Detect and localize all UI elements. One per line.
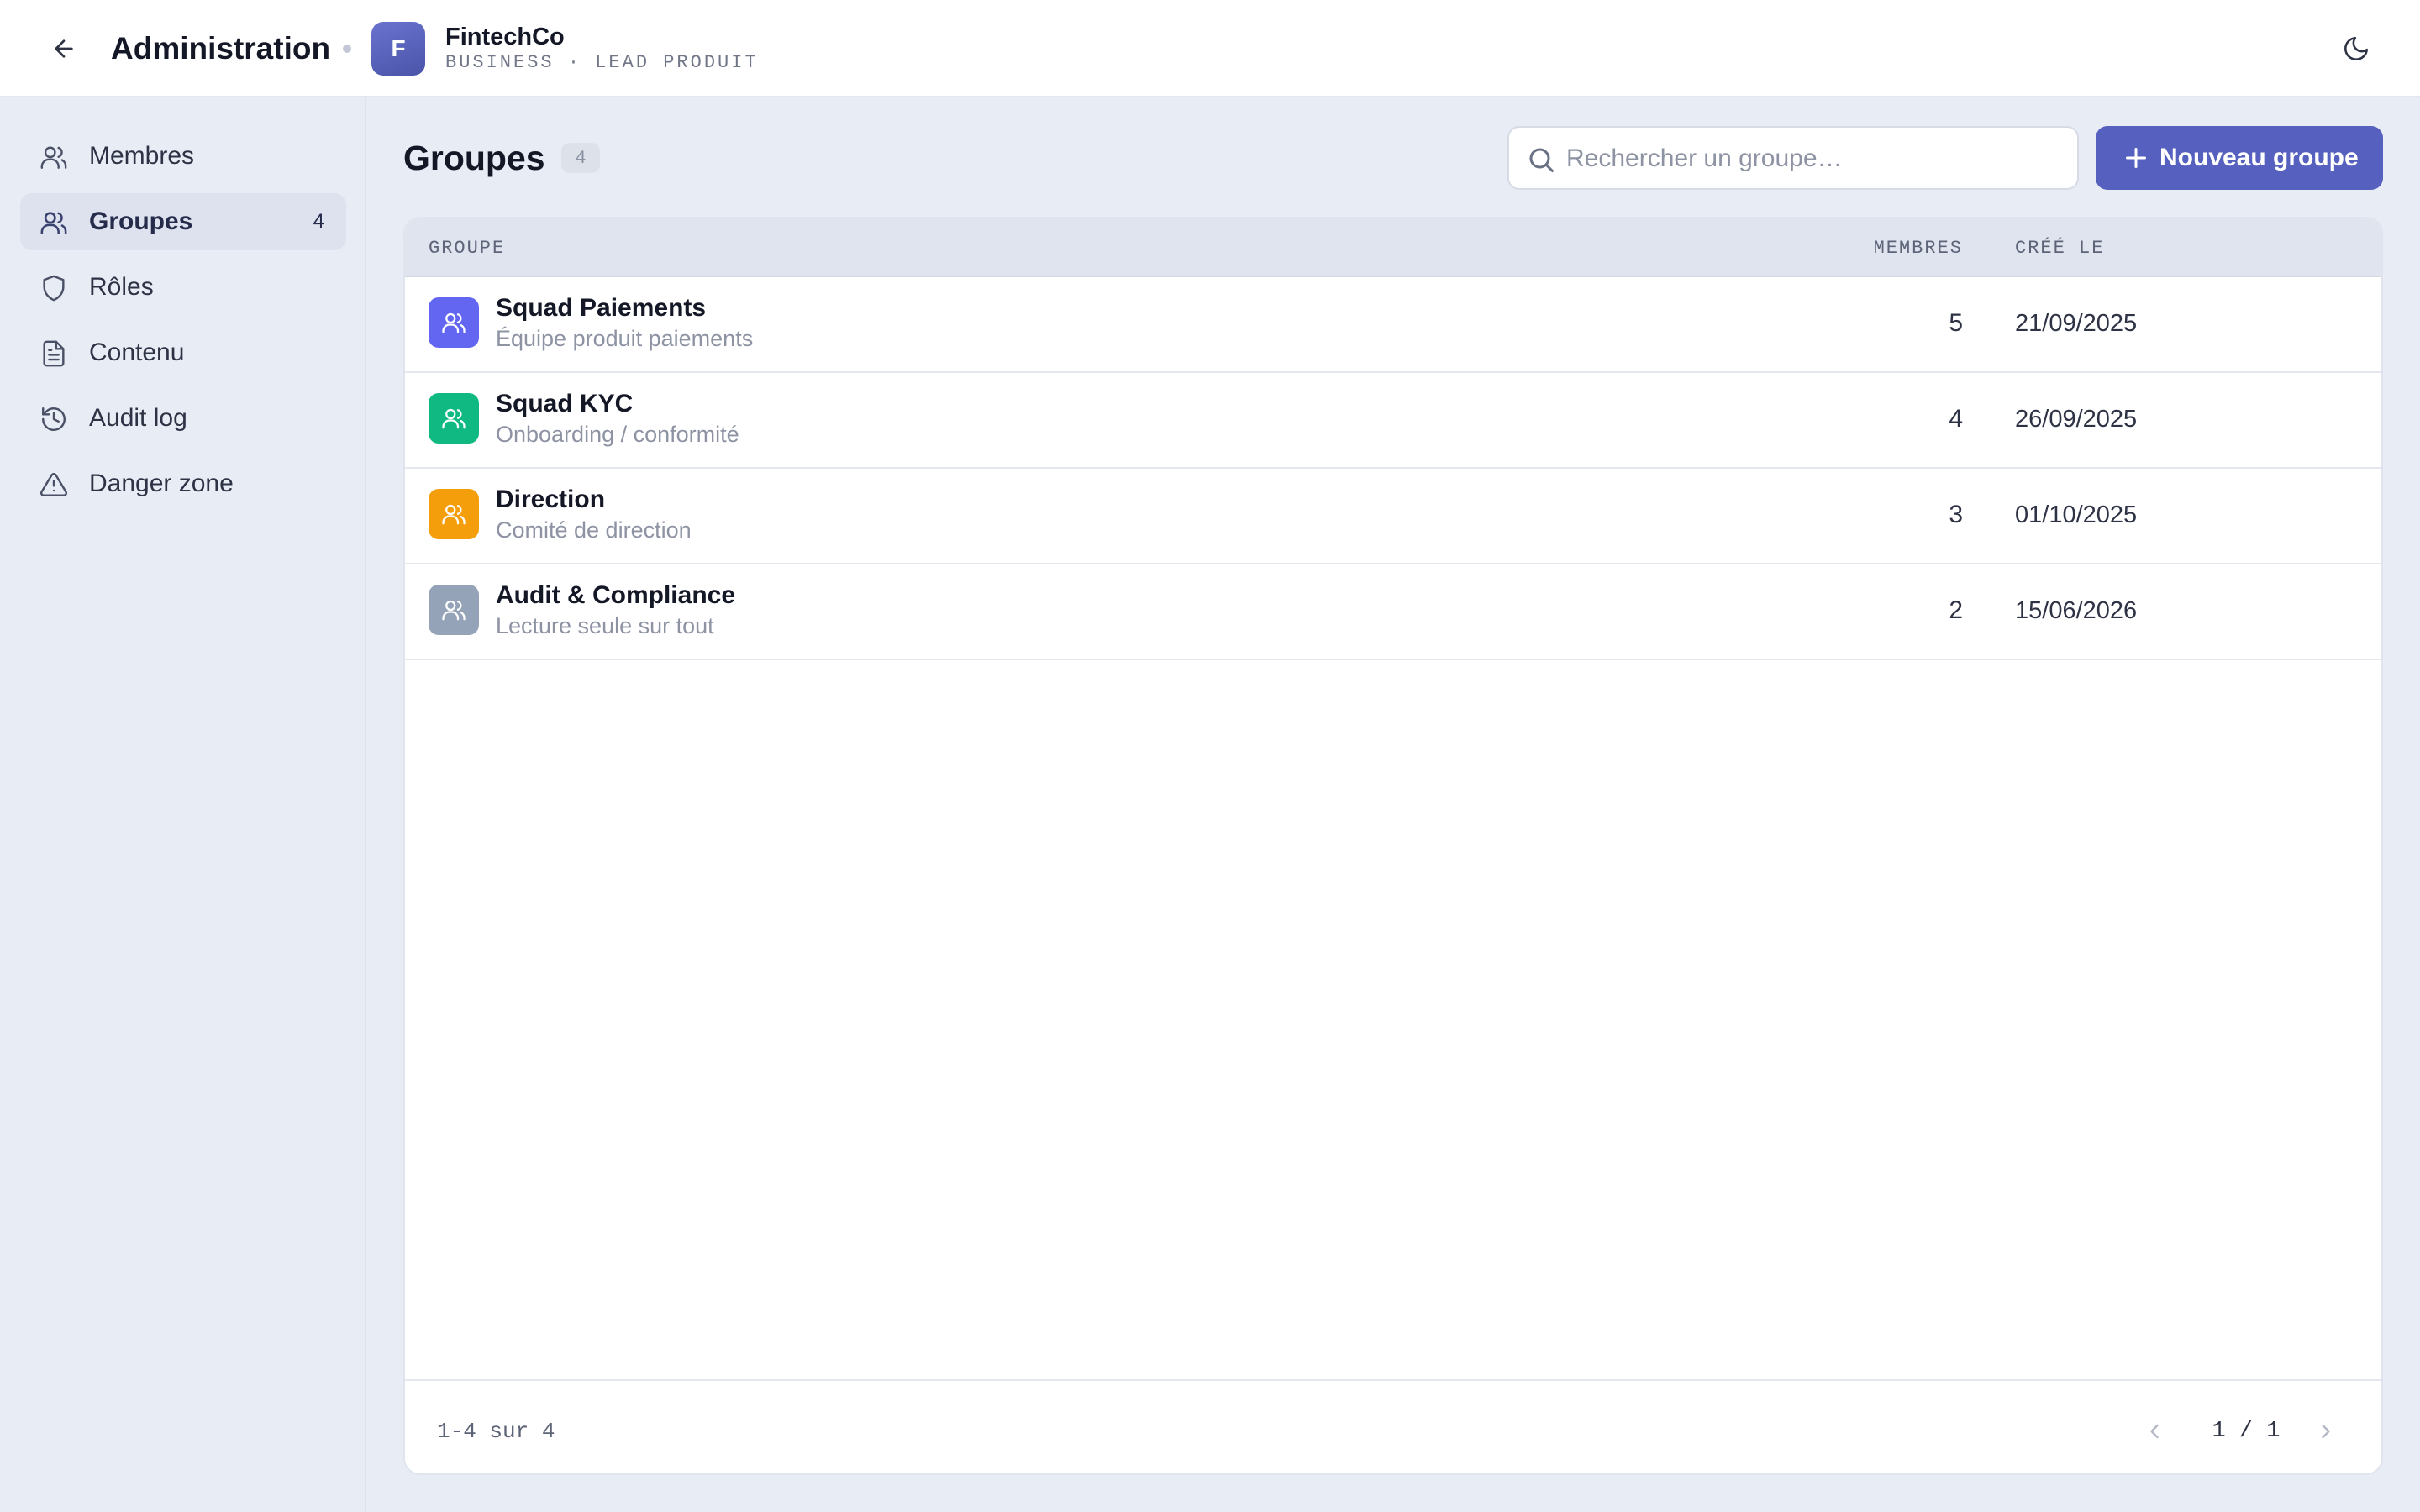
column-header-group[interactable]: GROUPE [429, 237, 505, 260]
count-badge: 4 [561, 143, 600, 173]
new-group-button[interactable]: Nouveau groupe [2096, 126, 2383, 190]
theme-toggle-button[interactable] [2336, 29, 2376, 69]
group-name: Direction [496, 486, 606, 513]
table-row[interactable]: Audit & Compliance Lecture seule sur tou… [405, 564, 2381, 660]
sidebar: Membres Groupes 4 Rôles Contenu Audit lo… [0, 97, 366, 1512]
back-button[interactable] [44, 29, 84, 69]
group-created-date: 15/06/2026 [2015, 597, 2138, 624]
group-name: Squad Paiements [496, 294, 707, 322]
sidebar-item-count: 4 [313, 210, 324, 233]
sidebar-item-roles[interactable]: Rôles [20, 259, 346, 316]
sidebar-item-label: Groupes [89, 207, 193, 235]
next-page-button[interactable] [2309, 1415, 2343, 1448]
org-subtitle: BUSINESS · LEAD PRODUIT [445, 52, 759, 73]
separator-dot [343, 45, 351, 53]
group-avatar [429, 297, 479, 348]
group-avatar [429, 489, 479, 539]
group-created-date: 21/09/2025 [2015, 310, 2138, 337]
group-avatar [429, 393, 479, 444]
group-icon [442, 600, 466, 621]
table-row[interactable]: Squad KYC Onboarding / conformité 4 26/0… [405, 373, 2381, 469]
search-icon [1529, 148, 1554, 172]
warning-icon [39, 470, 69, 500]
sidebar-item-membres[interactable]: Membres [20, 128, 346, 185]
chevron-left-icon [2150, 1424, 2159, 1439]
document-icon [39, 339, 69, 369]
sidebar-item-label: Audit log [89, 404, 187, 432]
sidebar-item-label: Rôles [89, 273, 154, 301]
sidebar-item-contenu[interactable]: Contenu [20, 324, 346, 381]
search-box[interactable] [1507, 126, 2079, 190]
group-description: Onboarding / conformité [496, 422, 739, 447]
page-title: Groupes [403, 139, 545, 177]
table-row[interactable]: Direction Comité de direction 3 01/10/20… [405, 469, 2381, 564]
sidebar-item-danger-zone[interactable]: Danger zone [20, 455, 346, 512]
search-input[interactable] [1566, 138, 2062, 180]
group-icon [442, 504, 466, 525]
plus-icon [2126, 148, 2146, 168]
sidebar-item-label: Danger zone [89, 470, 234, 497]
page-indicator: 1 / 1 [2212, 1419, 2281, 1444]
column-header-members[interactable]: MEMBRES [1874, 237, 1963, 260]
table-footer: 1-4 sur 4 1 / 1 [405, 1379, 2381, 1473]
group-created-date: 01/10/2025 [2015, 501, 2138, 528]
sidebar-item-label: Contenu [89, 339, 185, 366]
app-title: Administration [111, 31, 331, 66]
group-created-date: 26/09/2025 [2015, 406, 2138, 433]
new-group-label: Nouveau groupe [2160, 144, 2359, 171]
history-icon [39, 404, 69, 434]
org-name: FintechCo [445, 24, 565, 50]
group-name: Squad KYC [496, 390, 634, 417]
moon-icon [2344, 36, 2369, 60]
group-members-count: 5 [1949, 309, 1963, 337]
group-icon [442, 312, 466, 333]
group-icon [442, 408, 466, 429]
top-bar: Administration F FintechCo BUSINESS · LE… [0, 0, 2420, 97]
shield-icon [39, 273, 69, 303]
sidebar-item-groupes[interactable]: Groupes 4 [20, 193, 346, 250]
table-row[interactable]: Squad Paiements Équipe produit paiements… [405, 277, 2381, 373]
group-description: Comité de direction [496, 517, 692, 543]
group-description: Équipe produit paiements [496, 326, 754, 351]
group-icon [39, 207, 69, 238]
sidebar-item-label: Membres [89, 142, 195, 170]
chevron-right-icon [2322, 1424, 2330, 1439]
group-avatar [429, 585, 479, 635]
users-icon [39, 142, 69, 172]
sidebar-item-audit-log[interactable]: Audit log [20, 390, 346, 447]
column-header-created[interactable]: CRÉÉ LE [2015, 237, 2104, 260]
group-members-count: 3 [1949, 501, 1963, 528]
group-members-count: 2 [1949, 596, 1963, 624]
group-name: Audit & Compliance [496, 581, 736, 609]
arrow-left-icon [55, 39, 73, 58]
group-members-count: 4 [1949, 405, 1963, 433]
table-header: GROUPE MEMBRES CRÉÉ LE [405, 218, 2381, 277]
org-avatar[interactable]: F [371, 22, 425, 76]
group-description: Lecture seule sur tout [496, 613, 714, 638]
pagination-range: 1-4 sur 4 [437, 1419, 555, 1444]
groups-table: GROUPE MEMBRES CRÉÉ LE Squad Paiements É… [403, 217, 2383, 1475]
previous-page-button[interactable] [2138, 1415, 2171, 1448]
